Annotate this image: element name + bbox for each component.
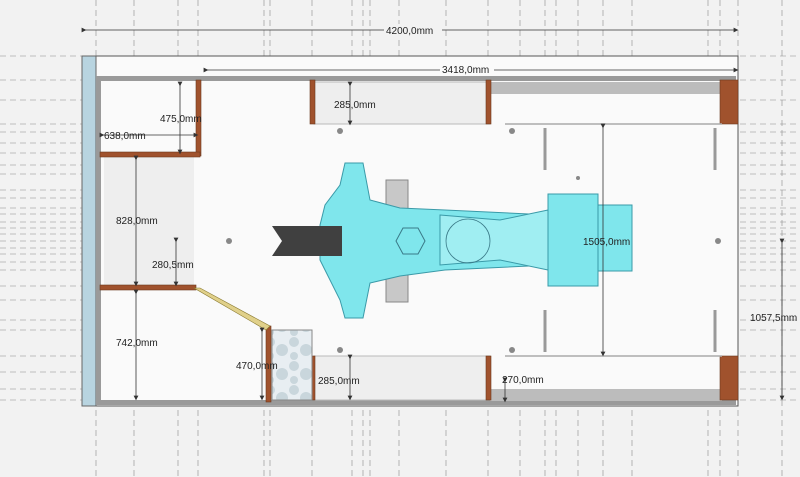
dim-left-opening: 828,0mm [116, 216, 158, 227]
dim-overall-length: 4200,0mm [386, 26, 433, 37]
floor-plan-drawing: 4200,0mm 3418,0mm 475,0mm 638,0mm 828,0m… [0, 0, 800, 477]
floor-plan-viewport: 4200,0mm 3418,0mm 475,0mm 638,0mm 828,0m… [0, 0, 800, 477]
dim-left-offset: 280,5mm [152, 260, 194, 271]
dim-cabinet-top-depth: 475,0mm [160, 114, 202, 125]
dim-bay-bottom-depth: 285,0mm [318, 376, 360, 387]
dim-inner-length: 3418,0mm [442, 65, 489, 76]
nose-cone-icon [272, 226, 342, 256]
dim-bay-top-depth: 285,0mm [334, 100, 376, 111]
dim-bottom-right-depth: 270,0mm [502, 375, 544, 386]
top-wall [96, 76, 736, 81]
dim-block-depth: 470,0mm [236, 361, 278, 372]
pebble-planter [271, 329, 313, 401]
dim-left-lower: 742,0mm [116, 338, 158, 349]
bottom-counter [490, 389, 722, 401]
dim-cockpit-length: 1505,0mm [583, 237, 630, 248]
left-inner-wall [96, 80, 101, 404]
dim-cabinet-top-width: 638,0mm [104, 131, 146, 142]
top-counter [490, 82, 722, 94]
dim-right-half-width: 1057,5mm [750, 313, 797, 324]
left-glass-wall [81, 55, 97, 407]
